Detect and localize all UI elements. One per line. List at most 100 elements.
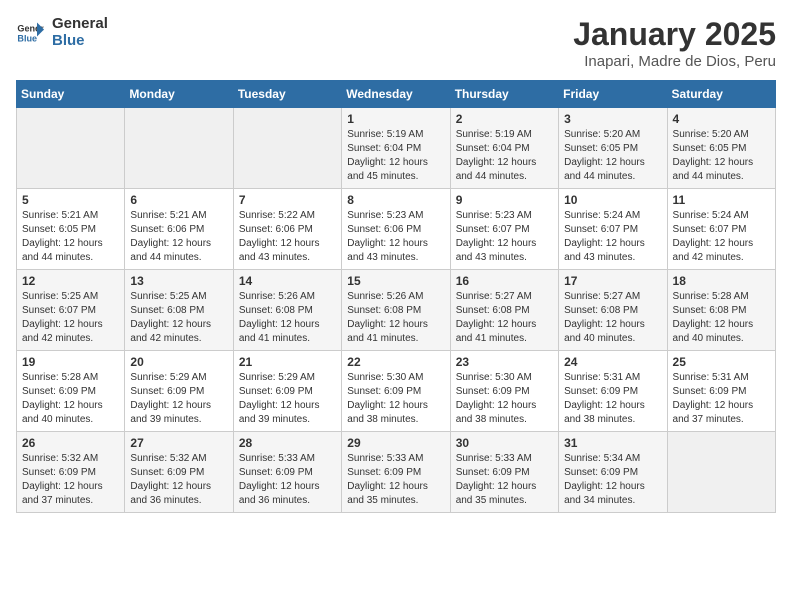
sunrise-text: Sunrise: 5:22 AM xyxy=(239,209,336,223)
day-info: Sunrise: 5:20 AM Sunset: 6:05 PM Dayligh… xyxy=(673,128,770,184)
sunset-text: Sunset: 6:09 PM xyxy=(564,385,661,399)
day-number: 9 xyxy=(456,193,553,207)
svg-text:Blue: Blue xyxy=(17,33,37,43)
calendar-header-row: SundayMondayTuesdayWednesdayThursdayFrid… xyxy=(17,81,776,108)
day-number: 1 xyxy=(347,112,444,126)
day-info: Sunrise: 5:30 AM Sunset: 6:09 PM Dayligh… xyxy=(456,371,553,427)
daylight-text: Daylight: 12 hours and 40 minutes. xyxy=(22,399,119,427)
daylight-text: Daylight: 12 hours and 41 minutes. xyxy=(456,318,553,346)
day-number: 23 xyxy=(456,355,553,369)
day-info: Sunrise: 5:33 AM Sunset: 6:09 PM Dayligh… xyxy=(347,452,444,508)
calendar-cell: 25 Sunrise: 5:31 AM Sunset: 6:09 PM Dayl… xyxy=(667,351,775,432)
daylight-text: Daylight: 12 hours and 40 minutes. xyxy=(564,318,661,346)
sunset-text: Sunset: 6:04 PM xyxy=(456,142,553,156)
sunset-text: Sunset: 6:09 PM xyxy=(456,385,553,399)
logo-blue-text: Blue xyxy=(52,33,108,50)
sunset-text: Sunset: 6:05 PM xyxy=(564,142,661,156)
logo-general-text: General xyxy=(52,16,108,33)
calendar-title: January 2025 xyxy=(573,16,776,53)
sunrise-text: Sunrise: 5:25 AM xyxy=(130,290,227,304)
calendar-week-row: 5 Sunrise: 5:21 AM Sunset: 6:05 PM Dayli… xyxy=(17,189,776,270)
daylight-text: Daylight: 12 hours and 42 minutes. xyxy=(130,318,227,346)
day-info: Sunrise: 5:19 AM Sunset: 6:04 PM Dayligh… xyxy=(347,128,444,184)
title-section: January 2025 Inapari, Madre de Dios, Per… xyxy=(573,16,776,70)
daylight-text: Daylight: 12 hours and 44 minutes. xyxy=(130,237,227,265)
daylight-text: Daylight: 12 hours and 36 minutes. xyxy=(130,480,227,508)
day-number: 6 xyxy=(130,193,227,207)
daylight-text: Daylight: 12 hours and 42 minutes. xyxy=(673,237,770,265)
calendar-cell: 8 Sunrise: 5:23 AM Sunset: 6:06 PM Dayli… xyxy=(342,189,450,270)
daylight-text: Daylight: 12 hours and 36 minutes. xyxy=(239,480,336,508)
sunset-text: Sunset: 6:09 PM xyxy=(239,385,336,399)
day-number: 3 xyxy=(564,112,661,126)
daylight-text: Daylight: 12 hours and 43 minutes. xyxy=(564,237,661,265)
calendar-week-row: 26 Sunrise: 5:32 AM Sunset: 6:09 PM Dayl… xyxy=(17,432,776,513)
day-number: 2 xyxy=(456,112,553,126)
daylight-text: Daylight: 12 hours and 40 minutes. xyxy=(673,318,770,346)
day-number: 19 xyxy=(22,355,119,369)
day-number: 12 xyxy=(22,274,119,288)
sunrise-text: Sunrise: 5:24 AM xyxy=(673,209,770,223)
calendar-cell: 13 Sunrise: 5:25 AM Sunset: 6:08 PM Dayl… xyxy=(125,270,233,351)
sunset-text: Sunset: 6:09 PM xyxy=(22,385,119,399)
sunset-text: Sunset: 6:06 PM xyxy=(239,223,336,237)
calendar-week-row: 12 Sunrise: 5:25 AM Sunset: 6:07 PM Dayl… xyxy=(17,270,776,351)
sunset-text: Sunset: 6:05 PM xyxy=(673,142,770,156)
sunrise-text: Sunrise: 5:19 AM xyxy=(456,128,553,142)
day-info: Sunrise: 5:30 AM Sunset: 6:09 PM Dayligh… xyxy=(347,371,444,427)
day-number: 29 xyxy=(347,436,444,450)
day-info: Sunrise: 5:33 AM Sunset: 6:09 PM Dayligh… xyxy=(239,452,336,508)
calendar-cell: 18 Sunrise: 5:28 AM Sunset: 6:08 PM Dayl… xyxy=(667,270,775,351)
day-info: Sunrise: 5:21 AM Sunset: 6:05 PM Dayligh… xyxy=(22,209,119,265)
daylight-text: Daylight: 12 hours and 44 minutes. xyxy=(673,156,770,184)
calendar-cell: 30 Sunrise: 5:33 AM Sunset: 6:09 PM Dayl… xyxy=(450,432,558,513)
day-info: Sunrise: 5:31 AM Sunset: 6:09 PM Dayligh… xyxy=(673,371,770,427)
day-info: Sunrise: 5:28 AM Sunset: 6:08 PM Dayligh… xyxy=(673,290,770,346)
calendar-cell: 16 Sunrise: 5:27 AM Sunset: 6:08 PM Dayl… xyxy=(450,270,558,351)
daylight-text: Daylight: 12 hours and 38 minutes. xyxy=(347,399,444,427)
day-info: Sunrise: 5:29 AM Sunset: 6:09 PM Dayligh… xyxy=(130,371,227,427)
sunset-text: Sunset: 6:07 PM xyxy=(564,223,661,237)
day-info: Sunrise: 5:34 AM Sunset: 6:09 PM Dayligh… xyxy=(564,452,661,508)
calendar-cell: 10 Sunrise: 5:24 AM Sunset: 6:07 PM Dayl… xyxy=(559,189,667,270)
calendar-cell: 15 Sunrise: 5:26 AM Sunset: 6:08 PM Dayl… xyxy=(342,270,450,351)
calendar-cell: 4 Sunrise: 5:20 AM Sunset: 6:05 PM Dayli… xyxy=(667,108,775,189)
sunrise-text: Sunrise: 5:33 AM xyxy=(239,452,336,466)
day-info: Sunrise: 5:32 AM Sunset: 6:09 PM Dayligh… xyxy=(130,452,227,508)
sunrise-text: Sunrise: 5:33 AM xyxy=(347,452,444,466)
sunset-text: Sunset: 6:09 PM xyxy=(347,466,444,480)
day-number: 5 xyxy=(22,193,119,207)
sunset-text: Sunset: 6:08 PM xyxy=(130,304,227,318)
sunrise-text: Sunrise: 5:27 AM xyxy=(564,290,661,304)
sunrise-text: Sunrise: 5:34 AM xyxy=(564,452,661,466)
day-number: 13 xyxy=(130,274,227,288)
calendar-cell: 26 Sunrise: 5:32 AM Sunset: 6:09 PM Dayl… xyxy=(17,432,125,513)
calendar-cell xyxy=(667,432,775,513)
daylight-text: Daylight: 12 hours and 38 minutes. xyxy=(456,399,553,427)
day-number: 26 xyxy=(22,436,119,450)
calendar-week-row: 1 Sunrise: 5:19 AM Sunset: 6:04 PM Dayli… xyxy=(17,108,776,189)
day-header-saturday: Saturday xyxy=(667,81,775,108)
sunrise-text: Sunrise: 5:31 AM xyxy=(564,371,661,385)
calendar-body: 1 Sunrise: 5:19 AM Sunset: 6:04 PM Dayli… xyxy=(17,108,776,513)
day-header-wednesday: Wednesday xyxy=(342,81,450,108)
calendar-cell: 28 Sunrise: 5:33 AM Sunset: 6:09 PM Dayl… xyxy=(233,432,341,513)
sunrise-text: Sunrise: 5:21 AM xyxy=(130,209,227,223)
day-number: 11 xyxy=(673,193,770,207)
calendar-table: SundayMondayTuesdayWednesdayThursdayFrid… xyxy=(16,80,776,513)
sunset-text: Sunset: 6:08 PM xyxy=(456,304,553,318)
sunrise-text: Sunrise: 5:31 AM xyxy=(673,371,770,385)
day-number: 24 xyxy=(564,355,661,369)
day-info: Sunrise: 5:26 AM Sunset: 6:08 PM Dayligh… xyxy=(347,290,444,346)
calendar-cell: 31 Sunrise: 5:34 AM Sunset: 6:09 PM Dayl… xyxy=(559,432,667,513)
sunset-text: Sunset: 6:09 PM xyxy=(22,466,119,480)
day-info: Sunrise: 5:32 AM Sunset: 6:09 PM Dayligh… xyxy=(22,452,119,508)
sunset-text: Sunset: 6:08 PM xyxy=(564,304,661,318)
sunset-text: Sunset: 6:07 PM xyxy=(673,223,770,237)
logo: General Blue General Blue xyxy=(16,16,108,49)
calendar-week-row: 19 Sunrise: 5:28 AM Sunset: 6:09 PM Dayl… xyxy=(17,351,776,432)
calendar-subtitle: Inapari, Madre de Dios, Peru xyxy=(573,53,776,70)
day-info: Sunrise: 5:25 AM Sunset: 6:08 PM Dayligh… xyxy=(130,290,227,346)
calendar-cell: 5 Sunrise: 5:21 AM Sunset: 6:05 PM Dayli… xyxy=(17,189,125,270)
day-header-monday: Monday xyxy=(125,81,233,108)
